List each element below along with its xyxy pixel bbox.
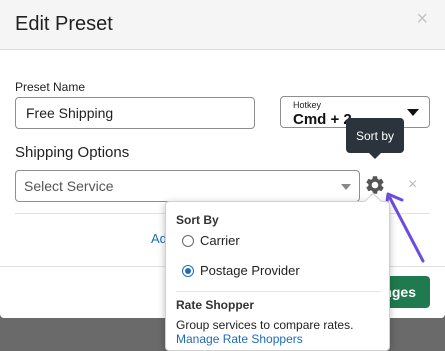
modal-header: Edit Preset × bbox=[0, 0, 445, 50]
sort-option-label: Carrier bbox=[200, 233, 240, 248]
tooltip-arrow bbox=[369, 153, 381, 159]
sort-by-popover: Sort By Carrier Postage Provider Rate Sh… bbox=[165, 201, 390, 351]
sort-by-tooltip: Sort by bbox=[346, 118, 404, 153]
popover-divider bbox=[176, 291, 381, 292]
select-service-placeholder: Select Service bbox=[24, 178, 114, 194]
sort-option-postage-provider[interactable]: Postage Provider bbox=[182, 263, 300, 278]
select-service-dropdown[interactable]: Select Service bbox=[15, 170, 360, 202]
rate-shopper-heading: Rate Shopper bbox=[176, 298, 255, 312]
radio-checked[interactable] bbox=[182, 264, 194, 277]
preset-name-label: Preset Name bbox=[15, 80, 86, 94]
hotkey-value: Cmd + 2 bbox=[293, 111, 352, 128]
preset-name-value: Free Shipping bbox=[26, 105, 114, 121]
sort-option-carrier[interactable]: Carrier bbox=[182, 233, 240, 248]
shipping-options-title: Shipping Options bbox=[15, 144, 130, 161]
modal-title: Edit Preset bbox=[15, 13, 113, 35]
manage-rate-shoppers-link[interactable]: Manage Rate Shoppers bbox=[176, 332, 303, 346]
radio-unchecked[interactable] bbox=[182, 234, 194, 247]
close-icon[interactable]: × bbox=[416, 9, 428, 29]
hotkey-label: Hotkey bbox=[293, 100, 322, 110]
caret-down-icon bbox=[407, 109, 419, 116]
sort-option-label: Postage Provider bbox=[200, 263, 300, 278]
rate-shopper-description: Group services to compare rates. bbox=[176, 318, 354, 332]
caret-down-icon bbox=[341, 184, 351, 190]
sort-by-heading: Sort By bbox=[176, 213, 219, 227]
preset-name-input[interactable]: Free Shipping bbox=[15, 97, 255, 129]
